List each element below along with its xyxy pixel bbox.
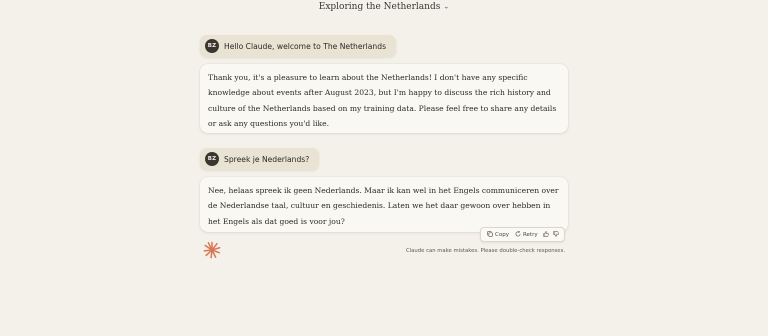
chevron-down-icon: ⌄ [443,2,450,11]
user-message-text: Hello Claude, welcome to The Netherlands [224,41,387,51]
message-actions: Copy Retry [480,227,565,242]
user-message-text: Spreek je Nederlands? [224,154,310,164]
assistant-message-text: Nee, helaas spreek ik geen Nederlands. M… [208,186,559,226]
disclaimer-text: Claude can make mistakes. Please double-… [406,248,566,254]
user-message: BZ Spreek je Nederlands? [200,148,320,170]
assistant-message: Thank you, it's a pleasure to learn abou… [200,64,568,133]
thumbs-down-icon [552,230,559,239]
thumbs-up-button[interactable] [541,228,551,241]
avatar: BZ [205,152,219,166]
thumbs-down-button[interactable] [551,228,561,241]
copy-label: Copy [495,231,509,238]
assistant-message-text: Thank you, it's a pleasure to learn abou… [208,73,557,128]
copy-icon [487,230,493,239]
retry-label: Retry [522,231,538,238]
conversation-header: Exploring the Netherlands ⌄ [0,0,768,14]
retry-button[interactable]: Retry [512,228,541,241]
conversation-title: Exploring the Netherlands [318,2,441,12]
copy-button[interactable]: Copy [484,228,512,241]
claude-logo-icon [203,241,221,259]
retry-icon [515,230,521,239]
user-message: BZ Hello Claude, welcome to The Netherla… [200,35,397,57]
conversation-title-button[interactable]: Exploring the Netherlands ⌄ [315,2,453,12]
avatar: BZ [205,39,219,53]
thumbs-up-icon [542,230,549,239]
assistant-message: Nee, helaas spreek ik geen Nederlands. M… [200,177,568,232]
